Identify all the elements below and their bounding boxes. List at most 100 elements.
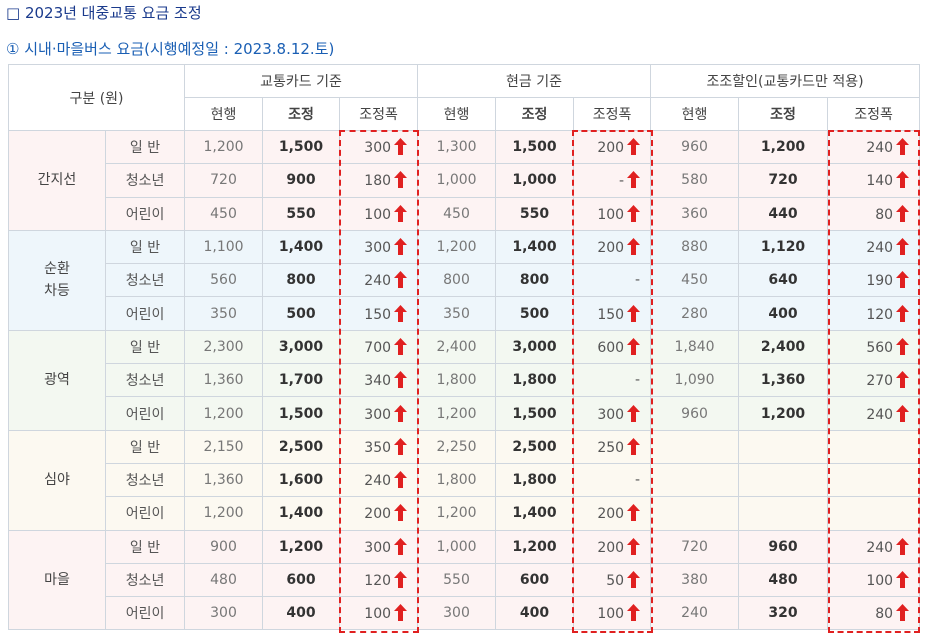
table-row: 마을 일 반 900 1,200 300 1,000 1,200 200 720 960 240 xyxy=(8,529,921,631)
cell-current: 1,800 xyxy=(417,462,497,498)
row-group-label: 광역 xyxy=(8,329,106,431)
change-value: 100 xyxy=(597,606,625,623)
cell-change: 560 xyxy=(827,329,921,365)
table-row: 어린이 1,200 1,500 300 1,200 1,500 300 960 1,200 240 xyxy=(9,396,921,431)
cell-current: 960 xyxy=(650,396,740,431)
change-value: 560 xyxy=(866,339,894,356)
cell-change: 120 xyxy=(339,562,419,598)
cell-adjusted: 3,000 xyxy=(262,329,341,365)
cell-adjusted: 600 xyxy=(495,562,575,598)
cell-change: 300 xyxy=(573,396,652,431)
cell-change: - xyxy=(573,163,652,198)
row-group-label: 순환 차등 xyxy=(8,229,106,331)
cell-adjusted xyxy=(738,462,829,498)
change-value: 200 xyxy=(597,539,625,556)
change-value: 100 xyxy=(597,206,625,223)
table-row: 어린이 300 400 100 300 400 100 240 320 80 xyxy=(9,596,921,631)
cell-change: 100 xyxy=(339,596,419,631)
cell-adjusted: 1,500 xyxy=(495,396,575,431)
cell-change: 350 xyxy=(339,429,419,464)
cell-change: 120 xyxy=(827,296,921,331)
red-up-arrow-icon xyxy=(896,171,910,189)
red-up-arrow-icon xyxy=(394,571,408,588)
table-row: 순환 차등 일 반 1,100 1,400 300 1,200 1,400 200 880 1,1… xyxy=(8,229,921,331)
row-subgroup-label: 청소년 xyxy=(104,363,186,398)
cell-current: 450 xyxy=(184,196,264,231)
cell-current: 2,150 xyxy=(184,429,264,464)
cell-adjusted: 960 xyxy=(738,529,829,564)
header-col-change: 조정폭 xyxy=(339,97,419,131)
change-value: 240 xyxy=(866,406,894,423)
change-value: 120 xyxy=(364,573,392,589)
change-value: 300 xyxy=(597,406,625,423)
cell-current: 1,300 xyxy=(417,129,497,165)
change-value: 600 xyxy=(597,339,625,356)
change-value: 100 xyxy=(866,573,894,589)
cell-adjusted: 480 xyxy=(738,562,829,598)
cell-change: 100 xyxy=(573,196,652,231)
change-value: 240 xyxy=(364,273,392,290)
cell-current: 960 xyxy=(650,129,740,165)
cell-current: 1,200 xyxy=(184,129,264,165)
cell-change: 270 xyxy=(827,363,921,398)
fare-table: 구분 (원) 교통카드 기준 현금 기준 조조할인(교통카드만 적용) 현행 조… xyxy=(7,64,921,631)
cell-change: 250 xyxy=(573,429,652,464)
row-subgroup-label: 청소년 xyxy=(104,263,186,298)
change-value: 240 xyxy=(866,539,894,556)
cell-current: 1,200 xyxy=(417,496,497,531)
cell-adjusted: 600 xyxy=(262,562,341,598)
change-value: 180 xyxy=(364,173,392,190)
cell-adjusted: 1,200 xyxy=(262,529,341,564)
red-up-arrow-icon xyxy=(394,537,408,555)
cell-adjusted: 400 xyxy=(262,596,341,631)
change-value: 200 xyxy=(364,506,392,523)
change-value: 200 xyxy=(597,506,625,523)
row-subgroup-label: 어린이 xyxy=(104,196,186,231)
cell-current: 350 xyxy=(184,296,264,331)
change-value: 140 xyxy=(866,173,894,190)
cell-adjusted: 1,000 xyxy=(495,163,575,198)
cell-adjusted: 1,600 xyxy=(262,462,341,498)
header-col-current: 현행 xyxy=(417,97,497,131)
table-row: 어린이 1,200 1,400 200 1,200 1,400 200 xyxy=(9,496,921,531)
change-value: 100 xyxy=(364,206,392,223)
cell-adjusted: 1,120 xyxy=(738,229,829,265)
cell-current: 450 xyxy=(650,263,740,298)
table-row: 간지선 일 반 1,200 1,500 300 1,300 1,500 200 960 1,200… xyxy=(8,129,921,231)
table-header: 구분 (원) 교통카드 기준 현금 기준 조조할인(교통카드만 적용) 현행 조… xyxy=(7,64,921,131)
change-value: 250 xyxy=(597,439,625,456)
cell-change: 180 xyxy=(339,163,419,198)
cell-current: 1,200 xyxy=(184,496,264,531)
cell-current: 1,200 xyxy=(417,396,497,431)
change-value: 80 xyxy=(875,606,894,623)
cell-current: 880 xyxy=(650,229,740,265)
cell-current: 2,250 xyxy=(417,429,497,464)
cell-adjusted: 1,200 xyxy=(738,396,829,431)
cell-current: 1,000 xyxy=(417,529,497,564)
row-subgroup-label: 일 반 xyxy=(104,229,186,265)
cell-current: 1,000 xyxy=(417,163,497,198)
cell-change: 190 xyxy=(827,263,921,298)
change-value: - xyxy=(618,173,625,190)
cell-adjusted: 1,500 xyxy=(262,396,341,431)
cell-change: 240 xyxy=(339,462,419,498)
red-up-arrow-icon xyxy=(896,604,910,622)
cell-current: 1,840 xyxy=(650,329,740,365)
red-up-arrow-icon xyxy=(896,337,910,355)
table-row: 어린이 450 550 100 450 550 100 360 440 80 xyxy=(9,196,921,231)
row-group-label: 마을 xyxy=(8,529,106,631)
row-subgroup-label: 일 반 xyxy=(104,329,186,365)
cell-change: 300 xyxy=(339,529,419,564)
row-subgroup-label: 어린이 xyxy=(104,396,186,431)
cell-adjusted: 1,200 xyxy=(495,529,575,564)
change-value: 240 xyxy=(866,140,894,157)
cell-adjusted: 1,400 xyxy=(262,229,341,265)
cell-current: 720 xyxy=(650,529,740,564)
red-up-arrow-icon xyxy=(627,304,641,322)
cell-change xyxy=(827,496,921,531)
change-value: 50 xyxy=(606,573,625,589)
change-value: 350 xyxy=(364,439,392,456)
change-value: 300 xyxy=(364,240,392,257)
red-up-arrow-icon xyxy=(394,471,408,489)
header-col-current: 현행 xyxy=(650,97,740,131)
